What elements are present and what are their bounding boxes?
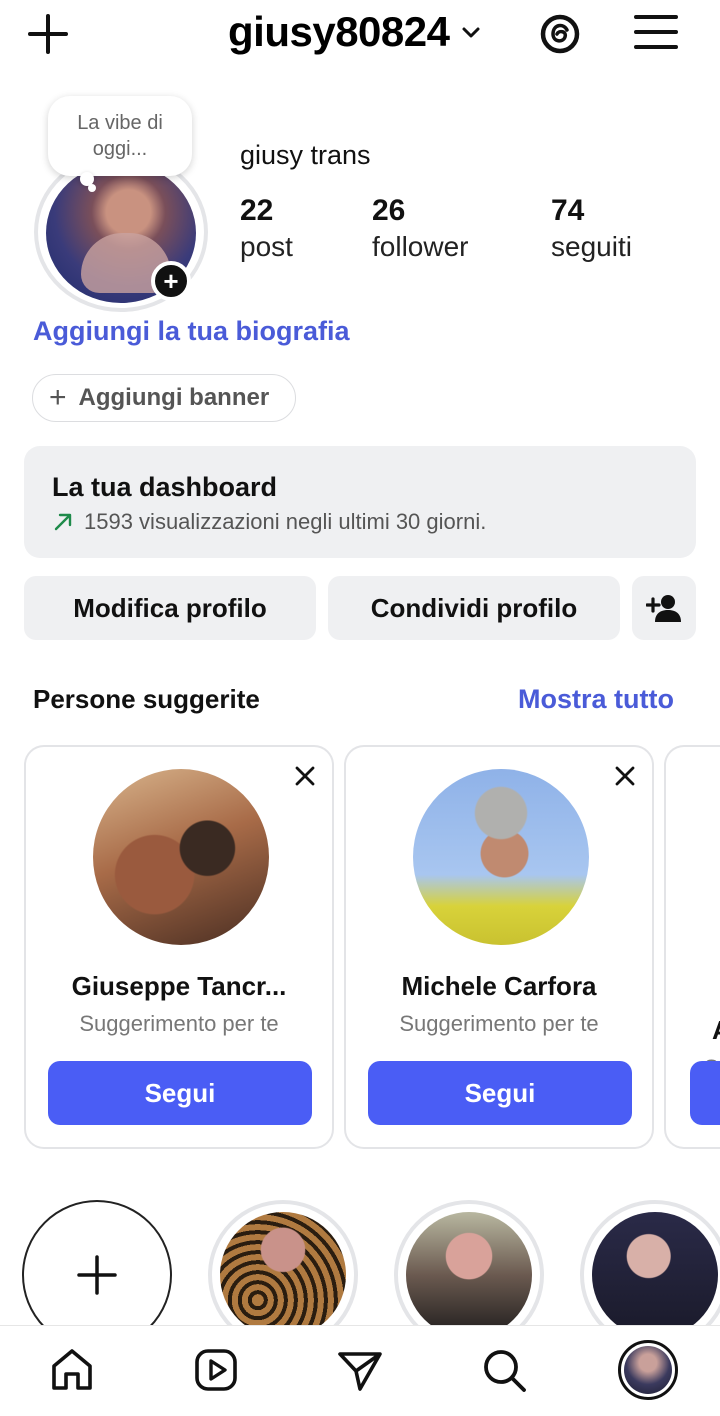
suggested-people-title: Persone suggerite [33,684,260,714]
add-person-icon [646,595,681,622]
stat-posts[interactable]: 22 post [240,193,293,265]
suggestion-name: Michele Carfora [401,971,597,1001]
highlight-cover [220,1212,346,1338]
suggestion-card[interactable]: Michele Carfora Suggerimento per te Segu… [344,745,654,1149]
avatar [624,1346,672,1394]
close-icon[interactable] [614,765,636,787]
edit-profile-button[interactable]: Modifica profilo [24,576,316,640]
add-story-icon[interactable]: + [151,261,191,301]
hamburger-menu-icon[interactable] [634,12,678,52]
add-bio-link[interactable]: Aggiungi la tua biografia [33,316,350,347]
direct-icon[interactable] [336,1346,384,1394]
stat-label: post [240,231,293,262]
display-name: giusy trans [240,140,371,170]
account-switcher[interactable]: giusy80824 [228,8,482,56]
suggestion-card[interactable]: Giuseppe Tancr... Suggerimento per te Se… [24,745,334,1149]
threads-icon[interactable] [536,10,584,58]
share-profile-label: Condividi profilo [370,592,578,623]
share-profile-button[interactable]: Condividi profilo [328,576,620,640]
reels-icon[interactable] [192,1346,240,1394]
follow-label: Segui [144,1077,216,1108]
suggestion-name: Giuseppe Tancr... [71,971,287,1001]
note-bubble[interactable]: La vibe di oggi... [48,96,192,176]
follow-button[interactable]: Segui [48,1061,312,1125]
suggestion-subtitle: Suggerimento per te [399,1011,599,1036]
username: giusy80824 [228,8,450,55]
trending-up-icon [54,513,72,531]
dashboard-subtitle-row: 1593 visualizzazioni negli ultimi 30 gio… [52,509,668,535]
suggestion-subtitle: Suggerimento per te [79,1011,279,1036]
stat-number: 22 [240,194,274,227]
stat-label: seguiti [551,231,632,262]
suggestion-card-partial[interactable]: A S [664,745,720,1149]
top-bar: giusy80824 [0,0,720,70]
stat-label: follower [372,231,469,262]
edit-profile-label: Modifica profilo [73,592,267,623]
profile-avatar[interactable] [618,1340,678,1400]
suggestion-avatar[interactable] [93,769,269,945]
stat-number: 74 [551,194,585,227]
follow-button[interactable]: Segui [368,1061,632,1125]
add-banner-label: Aggiungi banner [78,384,270,411]
home-icon[interactable] [48,1346,96,1394]
close-icon[interactable] [294,765,316,787]
note-bubble-tail [88,184,96,192]
suggestion-name: A [712,1015,720,1046]
follow-label: Segui [464,1077,536,1108]
follow-button[interactable] [690,1061,720,1125]
stat-following[interactable]: 74 seguiti [551,193,632,265]
highlight-cover [592,1212,718,1338]
discover-people-button[interactable] [632,576,696,640]
see-all-link[interactable]: Mostra tutto [518,684,674,715]
plus-icon: + [49,381,67,414]
suggestion-avatar[interactable] [413,769,589,945]
dashboard-card[interactable]: La tua dashboard 1593 visualizzazioni ne… [24,446,696,558]
add-banner-button[interactable]: + Aggiungi banner [32,374,296,422]
chevron-down-icon [462,27,479,38]
note-text: La vibe di oggi... [77,112,163,160]
stat-followers[interactable]: 26 follower [372,193,468,265]
dashboard-title: La tua dashboard [52,472,278,502]
search-icon[interactable] [480,1346,528,1394]
plus-icon[interactable] [26,12,70,56]
plus-icon [77,1255,117,1295]
dashboard-subtitle: 1593 visualizzazioni negli ultimi 30 gio… [84,509,487,534]
bottom-navigation [0,1325,720,1416]
stat-number: 26 [372,194,406,227]
highlight-cover [406,1212,532,1338]
